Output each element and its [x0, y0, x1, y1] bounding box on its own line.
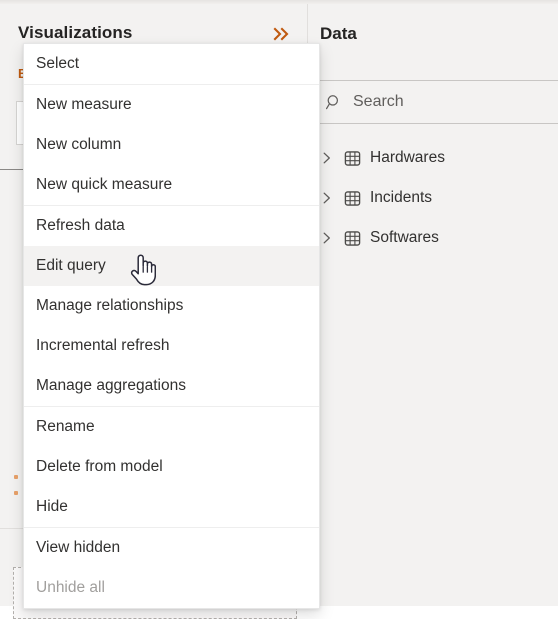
menu-item-select[interactable]: Select	[24, 44, 319, 84]
tree-item-label: Incidents	[370, 189, 433, 206]
menu-item-edit-query[interactable]: Edit query	[24, 246, 319, 286]
menu-item-manage-aggregations[interactable]: Manage aggregations	[24, 366, 319, 406]
table-icon	[343, 149, 361, 167]
field-marker-icon	[14, 491, 18, 495]
menu-item-new-quick-measure[interactable]: New quick measure	[24, 165, 319, 205]
tree-item-hardwares[interactable]: Hardwares	[309, 138, 558, 178]
menu-item-hide[interactable]: Hide	[24, 487, 319, 527]
data-pane: Data Search Hardwares Incidents Softwares	[309, 4, 558, 606]
menu-item-manage-relationships[interactable]: Manage relationships	[24, 286, 319, 326]
table-context-menu[interactable]: Select New measure New column New quick mea…	[23, 43, 320, 609]
visualizations-pane-title: Visualizations	[18, 23, 133, 42]
menu-item-unhide-all: Unhide all	[24, 568, 319, 608]
chevron-right-icon[interactable]	[319, 190, 335, 206]
menu-item-new-column[interactable]: New column	[24, 125, 319, 165]
menu-item-refresh-data[interactable]: Refresh data	[24, 206, 319, 246]
chevron-right-icon[interactable]	[319, 230, 335, 246]
search-icon	[325, 93, 343, 111]
tree-item-label: Hardwares	[370, 149, 445, 166]
tree-item-label: Softwares	[370, 229, 439, 246]
field-marker-icon	[14, 475, 18, 479]
chevron-right-icon[interactable]	[319, 150, 335, 166]
table-icon	[343, 229, 361, 247]
search-placeholder: Search	[353, 93, 404, 110]
menu-item-new-measure[interactable]: New measure	[24, 85, 319, 125]
menu-item-delete-from-model[interactable]: Delete from model	[24, 447, 319, 487]
data-pane-title: Data	[320, 24, 357, 43]
app-root: Visualizations B Data Search	[0, 0, 558, 619]
double-chevron-right-icon	[273, 27, 289, 41]
menu-item-incremental-refresh[interactable]: Incremental refresh	[24, 326, 319, 366]
collapse-pane-button[interactable]	[271, 24, 293, 44]
search-field[interactable]: Search	[309, 80, 558, 124]
tree-item-incidents[interactable]: Incidents	[309, 178, 558, 218]
menu-item-rename[interactable]: Rename	[24, 407, 319, 447]
table-icon	[343, 189, 361, 207]
menu-item-view-hidden[interactable]: View hidden	[24, 528, 319, 568]
tree-item-softwares[interactable]: Softwares	[309, 218, 558, 258]
data-tree: Hardwares Incidents Softwares	[309, 138, 558, 258]
